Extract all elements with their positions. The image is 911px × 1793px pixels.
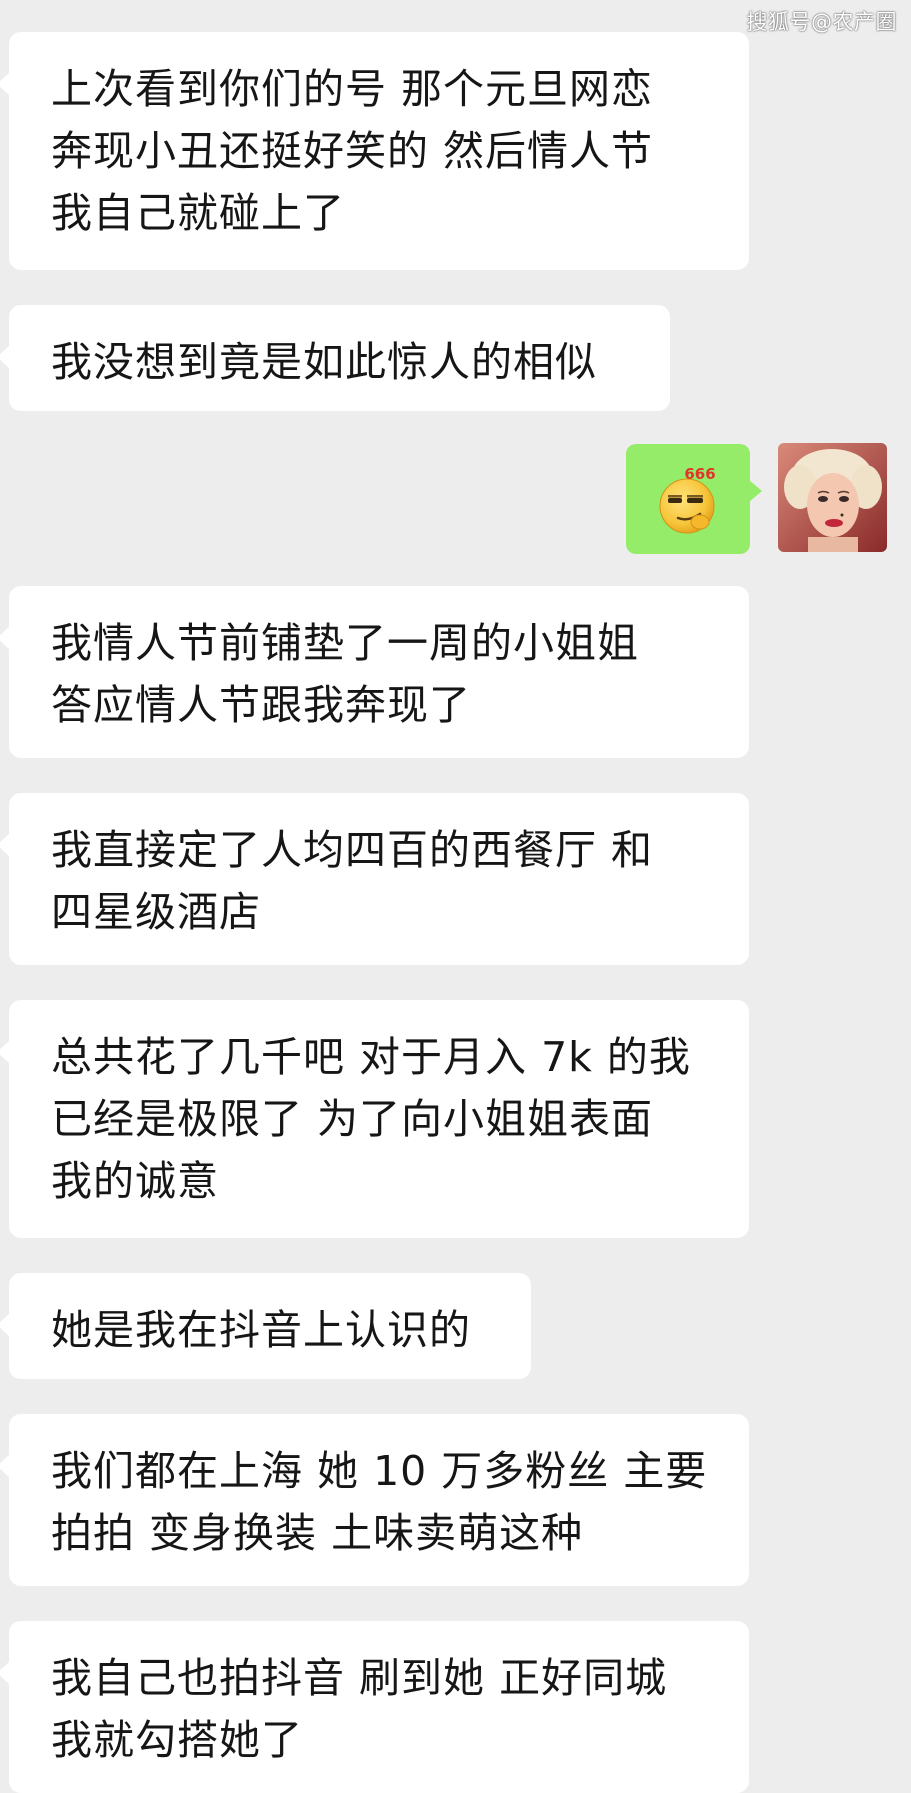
message-bubble-8[interactable]: 我自己也拍抖音 刷到她 正好同城 我就勾搭她了 — [0, 1621, 749, 1793]
message-bubble-4[interactable]: 我直接定了人均四百的西餐厅 和 四星级酒店 — [0, 793, 749, 965]
message-bubble-5[interactable]: 总共花了几千吧 对于月入 7k 的我 已经是极限了 为了向小姐姐表面 我的诚意 — [0, 1000, 749, 1238]
message-bubble-6[interactable]: 她是我在抖音上认识的 — [0, 1273, 531, 1379]
avatar-portrait-icon — [778, 443, 887, 552]
outgoing-sticker-bubble[interactable]: 666 — [626, 444, 762, 554]
smirk-666-emoji-icon: 666 — [659, 465, 716, 534]
sticker-666-label: 666 — [684, 465, 715, 483]
message-bubble-2[interactable]: 我没想到竟是如此惊人的相似 — [0, 305, 670, 411]
watermark: 搜狐号@农产圈 — [746, 10, 897, 34]
message-bubble-3[interactable]: 我情人节前铺垫了一周的小姐姐 答应情人节跟我奔现了 — [0, 586, 749, 758]
avatar[interactable] — [778, 443, 887, 552]
chat-thread: 搜狐号@农产圈 上次看到你们的号 那个元旦网恋 奔现小丑还挺好笑的 然后情人节 … — [0, 0, 911, 1793]
message-bubble-1[interactable]: 上次看到你们的号 那个元旦网恋 奔现小丑还挺好笑的 然后情人节 我自己就碰上了 — [0, 32, 749, 270]
message-bubble-7[interactable]: 我们都在上海 她 10 万多粉丝 主要 拍拍 变身换装 土味卖萌这种 — [0, 1414, 749, 1586]
